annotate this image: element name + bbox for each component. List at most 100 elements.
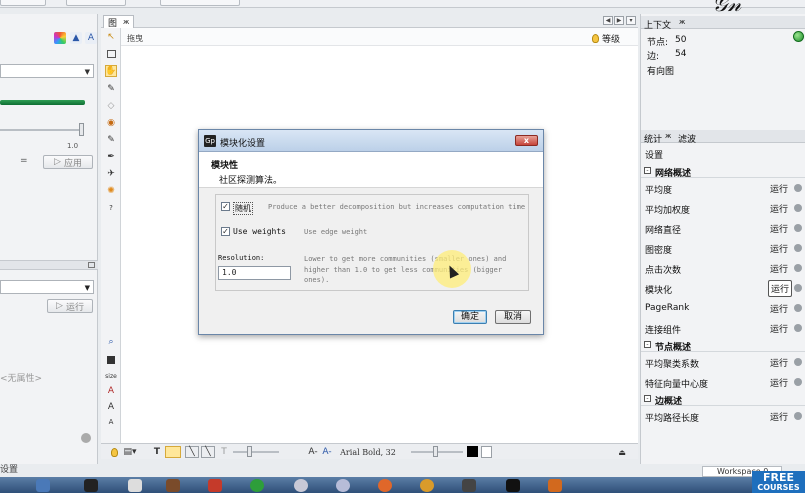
stats-run-button[interactable]: 运行	[768, 410, 790, 423]
diamond-icon[interactable]: ◇	[105, 100, 117, 112]
slider-handle[interactable]	[79, 123, 84, 136]
tab-graph[interactable]: 图 ж	[103, 15, 135, 29]
run-button[interactable]: ▷ 运行	[47, 299, 93, 313]
close-button[interactable]: x	[515, 135, 538, 146]
stats-run-button[interactable]: 运行	[768, 222, 790, 235]
app-taskbar-icon[interactable]	[462, 479, 476, 492]
edge-weight-slider[interactable]	[233, 446, 279, 457]
stats-run-button[interactable]: 运行	[768, 302, 790, 315]
degree-selector[interactable]: 等级	[591, 32, 620, 45]
toolbar-button[interactable]	[66, 0, 126, 6]
tab-menu-icon[interactable]: ▾	[626, 16, 636, 25]
partition-select[interactable]: ▼	[0, 64, 94, 78]
screenshot-icon[interactable]: ▤▾	[123, 446, 137, 458]
lock-icon[interactable]: ⏏	[617, 446, 627, 458]
random-label[interactable]: 随机	[233, 202, 253, 215]
use-weights-checkbox[interactable]: ✓	[221, 227, 230, 236]
range-slider[interactable]	[0, 123, 84, 136]
square-icon[interactable]	[105, 354, 117, 366]
info-icon[interactable]	[794, 378, 802, 386]
stats-section-header[interactable]: - 网络概述	[641, 164, 805, 179]
info-icon[interactable]	[794, 304, 802, 312]
sun-icon[interactable]: ✺	[105, 185, 117, 197]
lightbulb-icon[interactable]	[109, 446, 119, 458]
app-taskbar-icon[interactable]	[36, 479, 50, 492]
stats-section-header[interactable]: - 边概述	[641, 392, 805, 407]
font-name-label[interactable]: Arial Bold, 32	[337, 446, 399, 458]
scroll-left-icon[interactable]: ◀	[603, 16, 613, 25]
app-taskbar-icon[interactable]	[336, 479, 350, 492]
scroll-right-icon[interactable]: ▶	[614, 16, 624, 25]
help-brush-icon[interactable]: ?	[105, 202, 117, 214]
airplane-icon[interactable]: ✈	[105, 168, 117, 180]
text-height-icon[interactable]: T	[219, 446, 229, 458]
stats-run-button[interactable]: 运行	[768, 182, 790, 195]
drag-hand-icon[interactable]: ✋	[105, 65, 117, 77]
text-size-icon[interactable]: A	[105, 401, 117, 413]
use-weights-label[interactable]: Use weights	[233, 227, 286, 236]
color-palette-icon[interactable]	[54, 32, 66, 44]
app-taskbar-icon[interactable]	[548, 479, 562, 492]
toolbar-button[interactable]	[160, 0, 240, 6]
cancel-button[interactable]: 取消	[495, 310, 531, 324]
text-resize-icon[interactable]: A	[105, 416, 117, 428]
tab-filter[interactable]: 滤波	[678, 132, 696, 145]
settings-link[interactable]: 设置	[0, 462, 18, 475]
label-box-icon[interactable]	[165, 446, 181, 458]
stats-run-button[interactable]: 运行	[768, 356, 790, 369]
stats-section-header[interactable]: - 节点概述	[641, 338, 805, 353]
edge-line-icon[interactable]: ╲	[185, 446, 199, 458]
stats-run-button[interactable]: 运行	[768, 280, 793, 297]
close-icon[interactable]: ж	[123, 18, 129, 26]
font-decrease-icon[interactable]: A-	[307, 446, 319, 458]
app-taskbar-icon[interactable]	[378, 479, 392, 492]
size-icon[interactable]: size	[105, 370, 117, 382]
app-taskbar-icon[interactable]	[506, 479, 520, 492]
paint-bucket-icon[interactable]: ◉	[105, 117, 117, 129]
stats-run-button[interactable]: 运行	[768, 322, 790, 335]
color-swatch[interactable]	[467, 446, 478, 457]
label-color-icon[interactable]: A	[85, 32, 97, 44]
info-icon[interactable]	[794, 412, 802, 420]
info-icon[interactable]	[794, 184, 802, 192]
brush-icon[interactable]: ✎	[105, 134, 117, 146]
minimize-icon[interactable]	[88, 262, 95, 268]
text-color-icon[interactable]: A	[105, 385, 117, 397]
close-icon[interactable]: ж	[679, 18, 685, 26]
pointer-icon[interactable]: ↖	[105, 31, 117, 43]
zoom-icon[interactable]: ⌕	[105, 336, 117, 348]
reset-icon[interactable]	[481, 446, 492, 458]
pencil-icon[interactable]: ✎	[105, 83, 117, 95]
color-gradient-bar[interactable]	[0, 100, 85, 105]
info-icon[interactable]	[794, 358, 802, 366]
info-icon[interactable]	[794, 284, 802, 292]
random-checkbox[interactable]: ✓	[221, 202, 230, 211]
stats-run-button[interactable]: 运行	[768, 202, 790, 215]
stats-run-button[interactable]: 运行	[768, 242, 790, 255]
font-size-slider[interactable]	[411, 446, 463, 457]
edge-curve-icon[interactable]: ╲	[201, 446, 215, 458]
slider-handle[interactable]	[433, 446, 438, 457]
text-tool-icon[interactable]: T	[151, 446, 163, 458]
close-icon[interactable]: ж	[665, 132, 671, 140]
statistics-settings-link[interactable]: 设置	[645, 148, 663, 161]
app-taskbar-icon[interactable]	[294, 479, 308, 492]
resolution-input[interactable]: 1.0	[218, 266, 291, 280]
slider-handle[interactable]	[247, 446, 252, 457]
stats-run-button[interactable]: 运行	[768, 376, 790, 389]
app-taskbar-icon[interactable]	[208, 479, 222, 492]
apply-button[interactable]: ▷ 应用	[43, 155, 93, 169]
collapse-icon[interactable]: -	[644, 395, 651, 402]
app-taskbar-icon[interactable]	[250, 479, 264, 492]
info-icon[interactable]	[794, 204, 802, 212]
app-taskbar-icon[interactable]	[128, 479, 142, 492]
info-icon[interactable]	[794, 264, 802, 272]
dialog-title-bar[interactable]: Gp 模块化设置 x	[199, 130, 543, 152]
app-taskbar-icon[interactable]	[420, 479, 434, 492]
rectangle-select-icon[interactable]	[105, 48, 117, 60]
info-icon[interactable]	[794, 324, 802, 332]
info-icon[interactable]	[794, 244, 802, 252]
attribute-select[interactable]: ▼	[0, 280, 94, 294]
stats-run-button[interactable]: 运行	[768, 262, 790, 275]
tab-statistics[interactable]: 统计	[644, 132, 662, 145]
